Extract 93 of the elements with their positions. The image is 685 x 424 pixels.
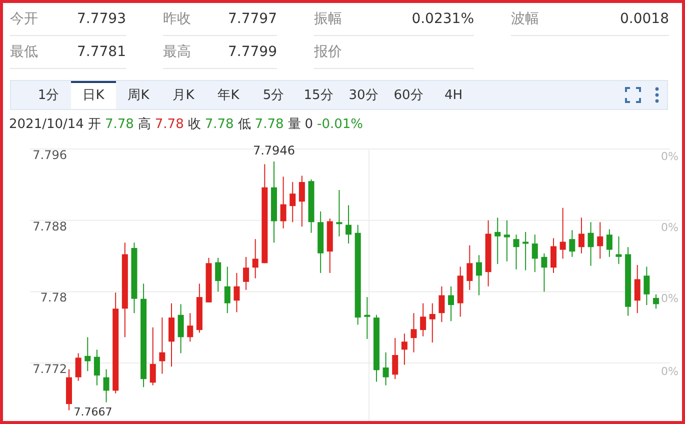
candlestick (616, 236, 622, 265)
quote-label: 低 (238, 116, 251, 134)
price-annotation: 7.7667 (74, 405, 112, 418)
candlestick (606, 228, 612, 258)
percent-label: 0% (661, 365, 678, 378)
tab[interactable]: 周K (116, 81, 161, 109)
quote-value: 0 (304, 116, 314, 134)
candlestick (578, 217, 584, 254)
percent-label: 0% (661, 221, 678, 234)
candlestick (252, 238, 258, 279)
candlestick (569, 230, 576, 258)
stat-value: 7.7797 (228, 10, 277, 28)
candlestick (494, 217, 501, 265)
tab[interactable]: 日K (71, 81, 116, 109)
candlestick (224, 266, 230, 314)
tab[interactable]: 4H (431, 81, 476, 109)
candlestick (280, 176, 286, 229)
candlestick (634, 264, 640, 314)
tab[interactable]: 60分 (386, 81, 431, 109)
candlestick (504, 220, 510, 262)
quote-value: -0.01% (317, 116, 364, 134)
stat-label: 最高 (163, 42, 191, 62)
percent-label: 0% (661, 150, 678, 163)
candlestick (644, 266, 650, 306)
candlestick (653, 294, 659, 310)
stat-value: 0.0018 (620, 10, 669, 28)
candlestick (178, 304, 184, 354)
candlestick (298, 175, 305, 228)
candlestick (290, 181, 296, 223)
candlestick (150, 326, 156, 386)
axis-label: 7.796 (32, 148, 67, 162)
candlestick (438, 286, 445, 323)
stat-label: 振幅 (314, 10, 342, 28)
quote-label: 开 (88, 116, 101, 134)
axis-label: 7.78 (40, 290, 67, 305)
axis-label: 7.772 (32, 362, 67, 376)
candlestick (420, 302, 426, 337)
candlestick (159, 317, 166, 374)
candlestick (560, 207, 566, 260)
tab[interactable]: 年K (206, 81, 251, 109)
quote-value: 7.78 (204, 116, 234, 134)
candlestick (550, 238, 557, 274)
candlestick (103, 368, 110, 403)
quote-label: 收 (188, 116, 201, 134)
tab[interactable]: 月K (161, 81, 206, 109)
candlestick (513, 234, 520, 270)
fullscreen-icon[interactable] (625, 87, 641, 103)
axis-label: 7.788 (32, 219, 67, 234)
candlestick (541, 252, 548, 292)
stat-value: 7.7793 (77, 10, 126, 28)
candlestick (522, 231, 529, 271)
price-annotation: 7.7946 (252, 143, 295, 158)
candlestick (476, 254, 482, 296)
candlestick (448, 286, 454, 322)
candlestick (234, 272, 240, 313)
candlestick (215, 257, 222, 292)
quote-label: 量 (288, 116, 301, 134)
menu-icon[interactable] (655, 87, 659, 103)
tab[interactable]: 5分 (251, 81, 296, 109)
quote-value: 7.78 (104, 116, 134, 134)
candlestick (243, 256, 250, 290)
tab[interactable]: 15分 (296, 81, 341, 109)
stat-label: 最低 (10, 42, 38, 62)
quote-label: 高 (138, 116, 151, 134)
date-text: 2021/10/14 (9, 116, 84, 134)
candlestick (382, 352, 389, 386)
candlestick (588, 222, 594, 266)
candlestick (84, 336, 91, 372)
candlestick (597, 222, 604, 260)
candlestick (532, 234, 538, 273)
candlestick (466, 244, 473, 290)
candlestick (187, 312, 194, 342)
candlestick (410, 312, 417, 353)
candlestick (94, 349, 100, 386)
candlestick (346, 204, 352, 244)
candlestick (392, 338, 398, 380)
candlestick (429, 302, 436, 344)
candlestick (336, 190, 342, 237)
quote-value: 7.78 (254, 116, 284, 134)
stat-label: 昨收 (163, 10, 191, 28)
quote-value: 7.78 (154, 116, 184, 134)
stat-label: 今开 (10, 10, 38, 28)
percent-label: 0% (661, 292, 678, 305)
stat-label: 报价 (314, 42, 342, 62)
tab[interactable]: 30分 (341, 81, 386, 109)
stat-value: 7.7799 (228, 42, 277, 62)
stat-label: 波幅 (511, 10, 539, 28)
tab[interactable]: 1分 (26, 81, 71, 109)
stat-value: 7.7781 (77, 42, 126, 62)
candlestick (401, 333, 408, 366)
candlestick (364, 296, 370, 340)
candlestick (75, 352, 82, 382)
stat-value: 0.0231% (412, 10, 474, 28)
